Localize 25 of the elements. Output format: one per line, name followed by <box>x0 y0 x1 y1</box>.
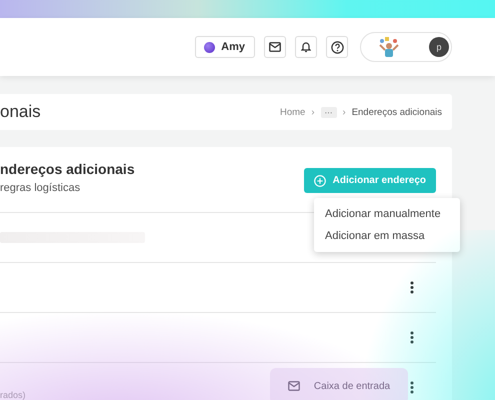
page-title: onais <box>0 102 41 122</box>
profile-pill[interactable]: p <box>360 32 452 62</box>
breadcrumb-more[interactable]: ··· <box>320 106 337 118</box>
mail-icon <box>288 381 300 391</box>
card-subtitle: regras logísticas <box>0 182 82 194</box>
workspace-button[interactable]: Amy <box>195 36 255 58</box>
breadcrumb-separator: › <box>342 106 346 118</box>
orb-icon <box>204 42 216 52</box>
menu-item[interactable]: Adicionar manualmente <box>314 203 460 225</box>
mail-icon[interactable] <box>264 36 286 58</box>
more-icon[interactable] <box>410 381 414 394</box>
bell-icon[interactable] <box>295 36 317 58</box>
more-icon[interactable] <box>410 281 414 294</box>
person-juggling-drawing <box>377 36 401 58</box>
more-icon[interactable] <box>410 331 414 344</box>
row-text: rados) <box>0 390 26 400</box>
breadcrumb-separator: › <box>311 106 315 118</box>
card-title: ndereços adicionais <box>0 161 135 177</box>
help-icon[interactable] <box>326 36 348 58</box>
user-avatar[interactable]: p <box>429 37 449 57</box>
inbox-chip[interactable]: Caixa de entrada <box>270 368 408 400</box>
menu-item[interactable]: Adicionar em massa <box>314 225 460 247</box>
plus-circle-icon <box>314 174 326 186</box>
breadcrumb-current: Endereços adicionais <box>352 106 442 118</box>
breadcrumb-link[interactable]: Home <box>280 106 306 118</box>
